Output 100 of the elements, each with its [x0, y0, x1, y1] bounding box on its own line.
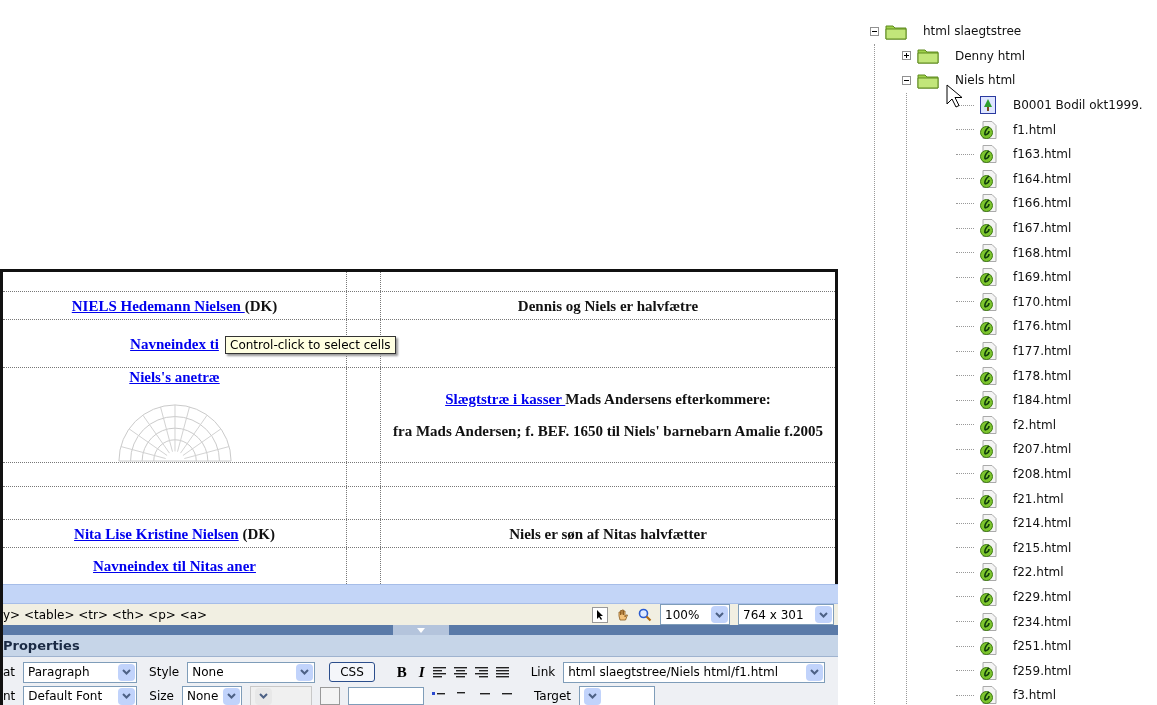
web-page-icon — [980, 243, 997, 262]
tree-item[interactable]: f169.html — [1013, 268, 1072, 287]
align-right-icon[interactable] — [474, 666, 488, 678]
web-page-icon — [980, 465, 997, 483]
field-label: Style — [149, 664, 180, 681]
tree-item[interactable]: f164.html — [1013, 169, 1072, 188]
web-page-icon — [980, 342, 997, 360]
web-page-icon — [980, 538, 997, 557]
web-page-icon — [980, 145, 997, 164]
web-page-icon — [980, 661, 997, 680]
text-link[interactable]: Navneindex til Nitas aner — [93, 558, 256, 574]
text-link[interactable]: Navneindex ti — [130, 335, 219, 352]
collapse-icon[interactable] — [902, 76, 911, 85]
hand-tool-icon[interactable] — [616, 607, 630, 622]
tree-item[interactable]: f207.html — [1013, 440, 1072, 459]
tooltip: Control-click to select cells — [225, 336, 396, 354]
text-link[interactable]: NIELS Hedemann Nielsen — [71, 297, 245, 314]
collapse-handle-icon[interactable] — [392, 625, 449, 635]
align-left-icon[interactable] — [432, 666, 446, 678]
expand-icon[interactable] — [902, 51, 911, 61]
tree-item[interactable]: f168.html — [1013, 243, 1072, 262]
cell-text: (DK) — [244, 297, 278, 314]
cell-text: fra Mads Andersen; f. BEF. 1650 til Niels' barnebarn Amalie f.2005 — [393, 423, 823, 439]
web-page-icon — [980, 317, 997, 336]
folder-icon — [917, 72, 939, 89]
web-page-icon — [980, 563, 997, 582]
align-justify-icon[interactable] — [495, 666, 509, 678]
link-select[interactable]: html slaegtstree/Niels html/f1.html — [563, 661, 826, 683]
font-select[interactable]: Default Font — [23, 685, 138, 705]
tree-item[interactable]: f229.html — [1013, 587, 1072, 606]
tree-item[interactable]: f234.html — [1013, 612, 1072, 631]
web-page-icon — [980, 268, 997, 287]
tree-item[interactable]: f21.html — [1013, 489, 1064, 508]
tree-item[interactable]: f22.html — [1013, 563, 1064, 582]
web-page-icon — [980, 366, 997, 385]
web-page-icon — [980, 169, 997, 188]
tree-item[interactable]: f184.html — [1013, 391, 1072, 410]
tree-item[interactable]: f214.html — [1013, 514, 1072, 533]
cell-text: Niels er søn af Nitas halvfætter — [509, 525, 707, 542]
tree-item[interactable]: f177.html — [1013, 342, 1072, 360]
tree-item[interactable]: f2.html — [1013, 415, 1056, 434]
web-page-icon — [980, 514, 997, 533]
tree-item[interactable]: f178.html — [1013, 366, 1072, 385]
scrollbar[interactable] — [3, 584, 838, 604]
tree-item[interactable]: f251.html — [1013, 637, 1072, 656]
window-size-select[interactable]: 764 x 301 — [738, 604, 834, 625]
field-label: Size — [149, 688, 174, 705]
panel-title: Properties — [3, 636, 80, 655]
css-button[interactable]: CSS — [329, 662, 375, 682]
web-page-icon — [980, 440, 997, 459]
web-page-icon — [980, 637, 997, 656]
folder-icon — [885, 22, 907, 40]
cell-text: (DK) — [241, 525, 275, 542]
tree-item[interactable]: B0001 Bodil okt1999. — [1013, 96, 1143, 115]
tree-item[interactable]: f176.html — [1013, 317, 1072, 336]
align-center-icon[interactable] — [453, 666, 467, 678]
folder-icon — [917, 47, 939, 65]
style-select[interactable]: None — [187, 661, 316, 683]
italic-button[interactable]: I — [418, 660, 425, 684]
field-label: Link — [530, 664, 556, 681]
web-page-icon — [980, 391, 997, 410]
web-page-icon — [980, 120, 997, 139]
bold-button[interactable]: B — [396, 660, 407, 684]
text-link[interactable]: Slægtstræ i kasser — [445, 391, 566, 407]
tag-selector[interactable]: y> <table> <tr> <th> <p> <a> — [3, 605, 208, 624]
web-page-icon — [980, 194, 997, 213]
tree-item[interactable]: f215.html — [1013, 538, 1072, 557]
field-label: at — [3, 664, 16, 681]
zoom-select[interactable]: 100% — [660, 604, 730, 625]
tree-item[interactable]: f167.html — [1013, 219, 1072, 238]
web-page-icon — [980, 587, 997, 606]
tree-item[interactable]: f1.html — [1013, 120, 1056, 139]
color-field[interactable] — [347, 687, 424, 705]
tree-item[interactable]: f208.html — [1013, 465, 1072, 483]
tree-item[interactable]: f259.html — [1013, 661, 1072, 680]
web-page-icon — [980, 219, 997, 238]
pointer-tool-icon[interactable] — [592, 606, 608, 623]
tree-item[interactable]: Niels html — [955, 71, 1016, 90]
size-select[interactable]: None — [181, 685, 242, 705]
collapse-icon[interactable] — [870, 26, 879, 36]
web-page-icon — [980, 612, 997, 631]
field-label: Target — [533, 688, 572, 705]
image-file-icon — [980, 96, 997, 115]
color-swatch[interactable] — [319, 687, 340, 705]
cell-text: Mads Andersens efterkommere: — [565, 391, 771, 407]
web-page-icon — [980, 415, 997, 434]
format-select[interactable]: Paragraph — [23, 661, 138, 683]
text-link[interactable]: Niels's anetræ — [129, 369, 220, 385]
text-link[interactable]: Nita Lise Kristine Nielsen — [74, 525, 239, 542]
tree-item[interactable]: f3.html — [1013, 686, 1056, 705]
tree-item[interactable]: Denny html — [955, 46, 1026, 65]
cell-text: Dennis og Niels er halvfætre — [517, 297, 699, 314]
web-page-icon — [980, 489, 997, 508]
tree-item[interactable]: f170.html — [1013, 292, 1072, 311]
tree-item[interactable]: f163.html — [1013, 145, 1072, 164]
tree-item[interactable]: f166.html — [1013, 194, 1072, 213]
target-select[interactable] — [579, 685, 656, 705]
web-page-icon — [980, 292, 997, 311]
search-icon[interactable] — [638, 607, 652, 622]
tree-item[interactable]: html slaegtstree — [923, 22, 1022, 41]
